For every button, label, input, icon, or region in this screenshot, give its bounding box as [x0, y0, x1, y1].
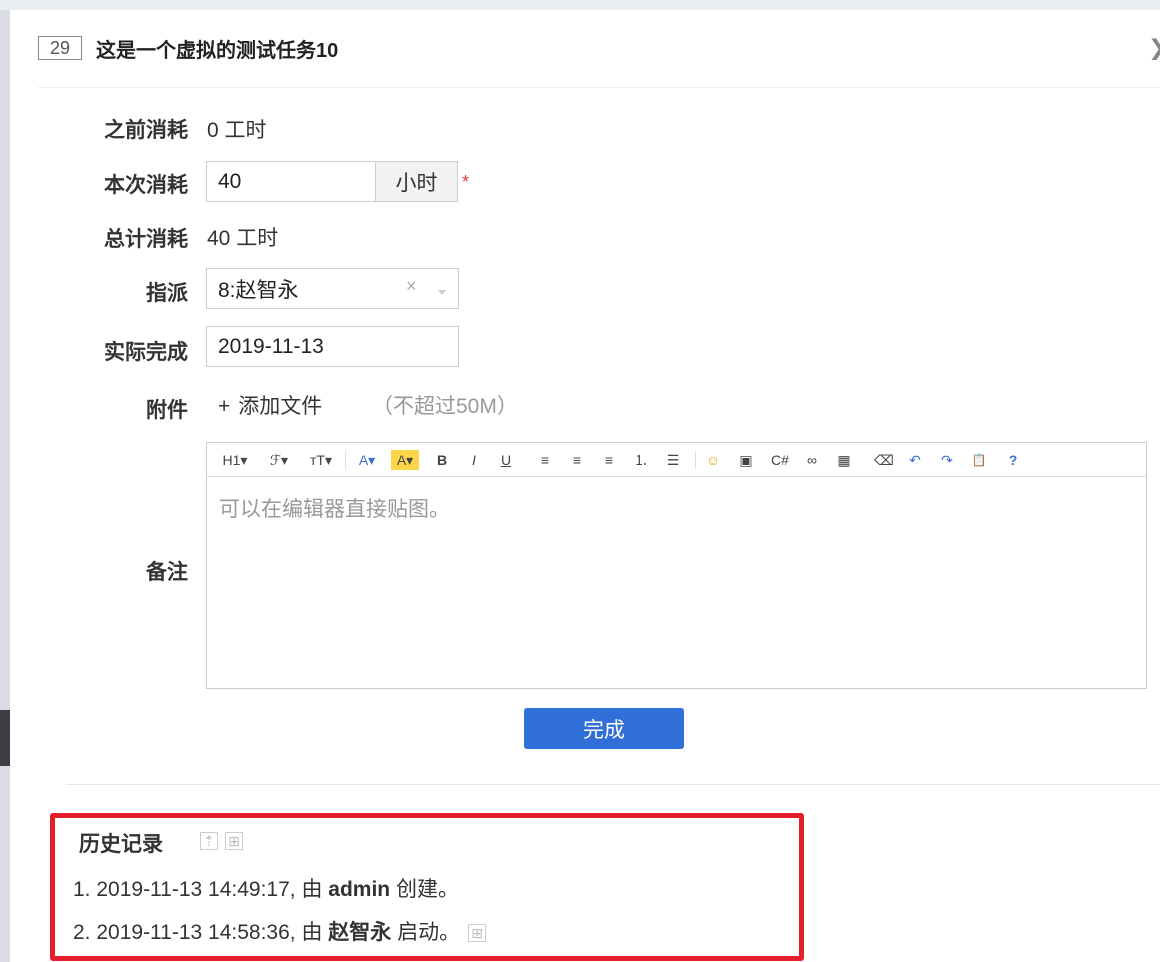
bold-icon[interactable]: B	[433, 450, 451, 470]
italic-icon[interactable]: I	[465, 450, 483, 470]
comment-label: 备注	[146, 561, 188, 584]
section-divider	[66, 784, 1160, 785]
toolbar-separator	[345, 451, 346, 469]
total-consumed-value: 40 工时	[207, 227, 279, 250]
clear-format-icon[interactable]: ⌫	[873, 450, 895, 470]
underline-icon[interactable]: U	[497, 450, 515, 470]
expand-all-icon[interactable]: ⊞	[225, 832, 243, 850]
history-section: 历史记录 ⇡ ⊞ 1. 2019-11-13 14:49:17, 由 admin…	[50, 813, 804, 961]
background-page-edge	[0, 10, 10, 962]
history-item: 2. 2019-11-13 14:58:36, 由 赵智永 启动。 ⊞	[73, 916, 487, 946]
table-icon[interactable]: ▦	[833, 450, 855, 470]
modal-header: 29 这是一个虚拟的测试任务10	[38, 32, 338, 64]
paste-icon[interactable]: 📋	[969, 450, 989, 470]
code-icon[interactable]: C#	[769, 450, 791, 470]
this-consumed-label: 本次消耗	[104, 174, 188, 197]
clear-selection-icon[interactable]: ×	[406, 276, 417, 297]
plus-icon: +	[218, 395, 231, 418]
font-family-icon[interactable]: ℱ▾	[263, 450, 295, 470]
task-finish-modal: 29 这是一个虚拟的测试任务10 ❯ 之前消耗 0 工时 本次消耗 40 小时 …	[10, 10, 1160, 962]
undo-icon[interactable]: ↶	[905, 450, 925, 470]
prev-consumed-value: 0 工时	[207, 119, 267, 142]
task-id-badge: 29	[38, 36, 82, 60]
add-file-button[interactable]: + 添加文件	[218, 390, 322, 420]
assign-select[interactable]: 8:赵智永	[206, 268, 459, 309]
background-dark-block	[0, 710, 10, 766]
background-nav	[0, 0, 1160, 10]
required-mark: *	[462, 172, 470, 192]
align-center-icon[interactable]: ≡	[567, 450, 587, 470]
help-icon[interactable]: ?	[1003, 450, 1023, 470]
finished-date-label: 实际完成	[104, 341, 188, 364]
consumed-hours-input[interactable]: 40	[206, 161, 376, 202]
ordered-list-icon[interactable]: ⒈	[631, 450, 651, 470]
assign-label: 指派	[146, 282, 188, 305]
history-actor: 赵智永	[328, 921, 392, 944]
link-icon[interactable]: ∞	[801, 450, 823, 470]
chevron-down-icon[interactable]	[438, 290, 446, 295]
attachment-label: 附件	[146, 399, 188, 422]
file-size-limit: （不超过50M）	[372, 395, 518, 418]
image-icon[interactable]: ▣	[735, 450, 757, 470]
history-actor: admin	[328, 878, 391, 901]
close-icon[interactable]: ❯	[1148, 36, 1160, 60]
rich-text-editor[interactable]: H1▾ ℱ▾ тT▾ A▾ A▾ B I U ≡ ≡ ≡ ⒈ ☰ ☺ ▣ C# ∞ ▦ ⌫ ↶ ↷ 📋? 可以在编辑器直接…	[206, 442, 1147, 689]
submit-button[interactable]: 完成	[524, 708, 684, 749]
history-item: 1. 2019-11-13 14:49:17, 由 admin 创建。	[73, 878, 459, 901]
editor-toolbar: H1▾ ℱ▾ тT▾ A▾ A▾ B I U ≡ ≡ ≡ ⒈ ☰ ☺ ▣ C# ∞ ▦ ⌫ ↶ ↷ 📋?	[207, 443, 1146, 477]
toolbar-separator	[695, 451, 696, 469]
task-title: 这是一个虚拟的测试任务10	[96, 39, 339, 62]
hours-unit-addon: 小时	[375, 161, 458, 202]
prev-consumed-label: 之前消耗	[104, 119, 188, 142]
unordered-list-icon[interactable]: ☰	[663, 450, 683, 470]
expand-icon[interactable]: ⊞	[468, 924, 487, 943]
finished-date-input[interactable]: 2019-11-13	[206, 326, 459, 367]
highlight-icon[interactable]: A▾	[391, 450, 419, 470]
heading-icon[interactable]: H1▾	[219, 450, 251, 470]
align-left-icon[interactable]: ≡	[535, 450, 555, 470]
header-divider	[38, 87, 1160, 88]
emoticon-icon[interactable]: ☺	[703, 450, 723, 470]
font-size-icon[interactable]: тT▾	[303, 450, 339, 470]
redo-icon[interactable]: ↷	[937, 450, 957, 470]
editor-placeholder: 可以在编辑器直接贴图。	[219, 498, 450, 521]
align-right-icon[interactable]: ≡	[599, 450, 619, 470]
add-file-label: 添加文件	[238, 395, 323, 418]
history-title: 历史记录	[79, 833, 163, 856]
font-color-icon[interactable]: A▾	[353, 450, 381, 470]
total-consumed-label: 总计消耗	[104, 228, 188, 251]
collapse-all-icon[interactable]: ⇡	[200, 832, 218, 850]
